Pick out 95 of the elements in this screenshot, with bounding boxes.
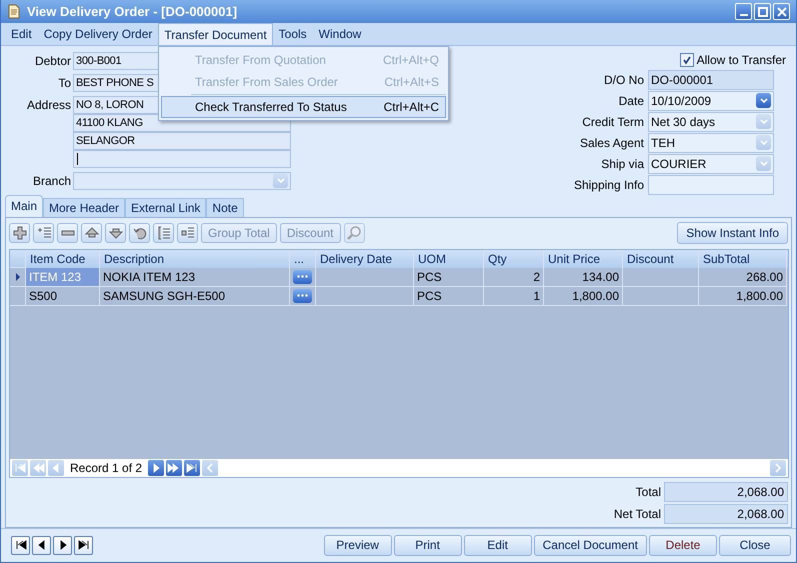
field-label: Debtor	[34, 52, 72, 70]
navigation-button[interactable]	[11, 536, 30, 555]
window-title: View Delivery Order - [DO-000001]	[27, 4, 238, 20]
field-label: D/O No	[602, 72, 645, 87]
tab[interactable]: External Link	[125, 198, 206, 217]
table-cell: SAMSUNG SGH-E500	[100, 286, 290, 306]
toolbar-button[interactable]	[33, 222, 54, 243]
record-counter: Record 1 of 2	[69, 460, 144, 475]
action-button[interactable]: Delete	[649, 534, 717, 556]
maximize-icon	[758, 6, 768, 17]
text-field[interactable]	[73, 150, 291, 168]
first-icon	[14, 538, 28, 552]
toolbar-button[interactable]	[129, 222, 150, 243]
table-cell: 134.00	[544, 268, 623, 287]
toolbar-button[interactable]	[177, 222, 198, 243]
menu-option[interactable]: Check Transferred To Status Ctrl+Alt+C	[161, 96, 446, 118]
dots-icon	[297, 294, 308, 298]
navigation-button[interactable]	[74, 536, 93, 555]
column-header[interactable]: Discount	[623, 250, 699, 268]
maximize-button[interactable]	[754, 3, 771, 20]
field-label: Shipping Info	[572, 178, 645, 192]
search-icon	[346, 224, 362, 241]
menu-item[interactable]: Copy Delivery Order	[38, 23, 158, 45]
text-field[interactable]: Net 30 days	[648, 112, 774, 132]
toolbar-button[interactable]	[105, 222, 126, 243]
field-label: Address	[26, 96, 72, 114]
more-button[interactable]	[293, 270, 312, 284]
minimize-icon	[740, 14, 748, 16]
table-cell: 1	[484, 286, 544, 306]
menu-item[interactable]: Window	[312, 23, 368, 45]
column-header[interactable]: ...	[290, 250, 316, 268]
checkbox-label: Allow to Transfer	[696, 52, 786, 67]
table-cell: NOKIA ITEM 123	[100, 268, 290, 287]
header-corner	[10, 250, 26, 268]
more-button[interactable]	[293, 288, 312, 303]
field-label: Ship via	[600, 156, 645, 171]
total-label: Net Total	[614, 506, 662, 521]
total-field: 2,068.00	[664, 482, 788, 502]
menu-item[interactable]: Edit	[5, 23, 38, 45]
column-header[interactable]: Unit Price	[544, 250, 623, 268]
document-icon	[7, 4, 21, 20]
last-icon	[185, 460, 200, 475]
field-label: Date	[618, 94, 645, 108]
column-header[interactable]: Description	[100, 250, 290, 268]
action-button[interactable]: Print	[394, 534, 462, 556]
dots-icon	[297, 275, 308, 278]
checkbox[interactable]	[680, 52, 694, 67]
table-cell: PCS	[414, 286, 484, 306]
text-field[interactable]: SELANGOR	[73, 132, 291, 150]
table-cell: 1,800.00	[544, 286, 623, 306]
table-cell: 1,800.00	[699, 286, 787, 306]
action-button[interactable]: Preview	[324, 534, 392, 556]
field-label: Sales Agent	[578, 136, 645, 150]
list-icon	[156, 224, 172, 241]
toolbar-button[interactable]	[153, 222, 174, 243]
tab[interactable]: Main	[5, 194, 44, 217]
text-field[interactable]	[648, 174, 774, 195]
total-label: Total	[636, 484, 662, 499]
field-label: To	[57, 74, 72, 92]
table-cell: S500	[26, 286, 100, 306]
text-field[interactable]: 10/10/2009	[648, 90, 774, 111]
field-label: Credit Term	[581, 114, 645, 129]
toolbar-button[interactable]	[9, 222, 30, 243]
table-cell: PCS	[414, 268, 484, 287]
toolbar-button[interactable]	[81, 222, 102, 243]
tab[interactable]: Note	[206, 198, 244, 217]
column-header[interactable]: SubTotal	[699, 250, 787, 268]
dropdown-field[interactable]	[73, 172, 291, 190]
action-button[interactable]: Edit	[464, 534, 532, 556]
close-icon	[776, 6, 786, 17]
minimize-button[interactable]	[735, 3, 752, 20]
navigation-button[interactable]	[53, 536, 72, 555]
last-icon	[76, 538, 90, 552]
column-header[interactable]: UOM	[414, 250, 484, 268]
column-header[interactable]: Qty	[484, 250, 544, 268]
action-button[interactable]: Cancel Document	[534, 534, 647, 556]
show-instant-info-button[interactable]: Show Instant Info	[677, 222, 788, 244]
text-field[interactable]: DO-000001	[648, 70, 774, 90]
text-field[interactable]: TEH	[648, 132, 774, 153]
total-field: 2,068.00	[664, 504, 788, 524]
navigation-button[interactable]	[32, 536, 51, 555]
field-label: Branch	[32, 172, 72, 190]
menu-item[interactable]: Tools	[272, 23, 313, 45]
tab[interactable]: More Header	[43, 198, 126, 217]
first-icon	[13, 460, 27, 475]
column-header[interactable]: Delivery Date	[316, 250, 414, 268]
menu-item[interactable]: Transfer Document	[158, 23, 273, 45]
toolbar-button[interactable]	[57, 222, 78, 243]
table-cell: 2	[484, 268, 544, 287]
close-button[interactable]	[773, 3, 790, 20]
table-cell: ITEM 123	[26, 268, 100, 287]
plus-icon	[12, 224, 28, 241]
action-button[interactable]: Close	[719, 534, 791, 556]
text-field[interactable]: COURIER	[648, 154, 774, 174]
table-cell: 268.00	[699, 268, 787, 287]
